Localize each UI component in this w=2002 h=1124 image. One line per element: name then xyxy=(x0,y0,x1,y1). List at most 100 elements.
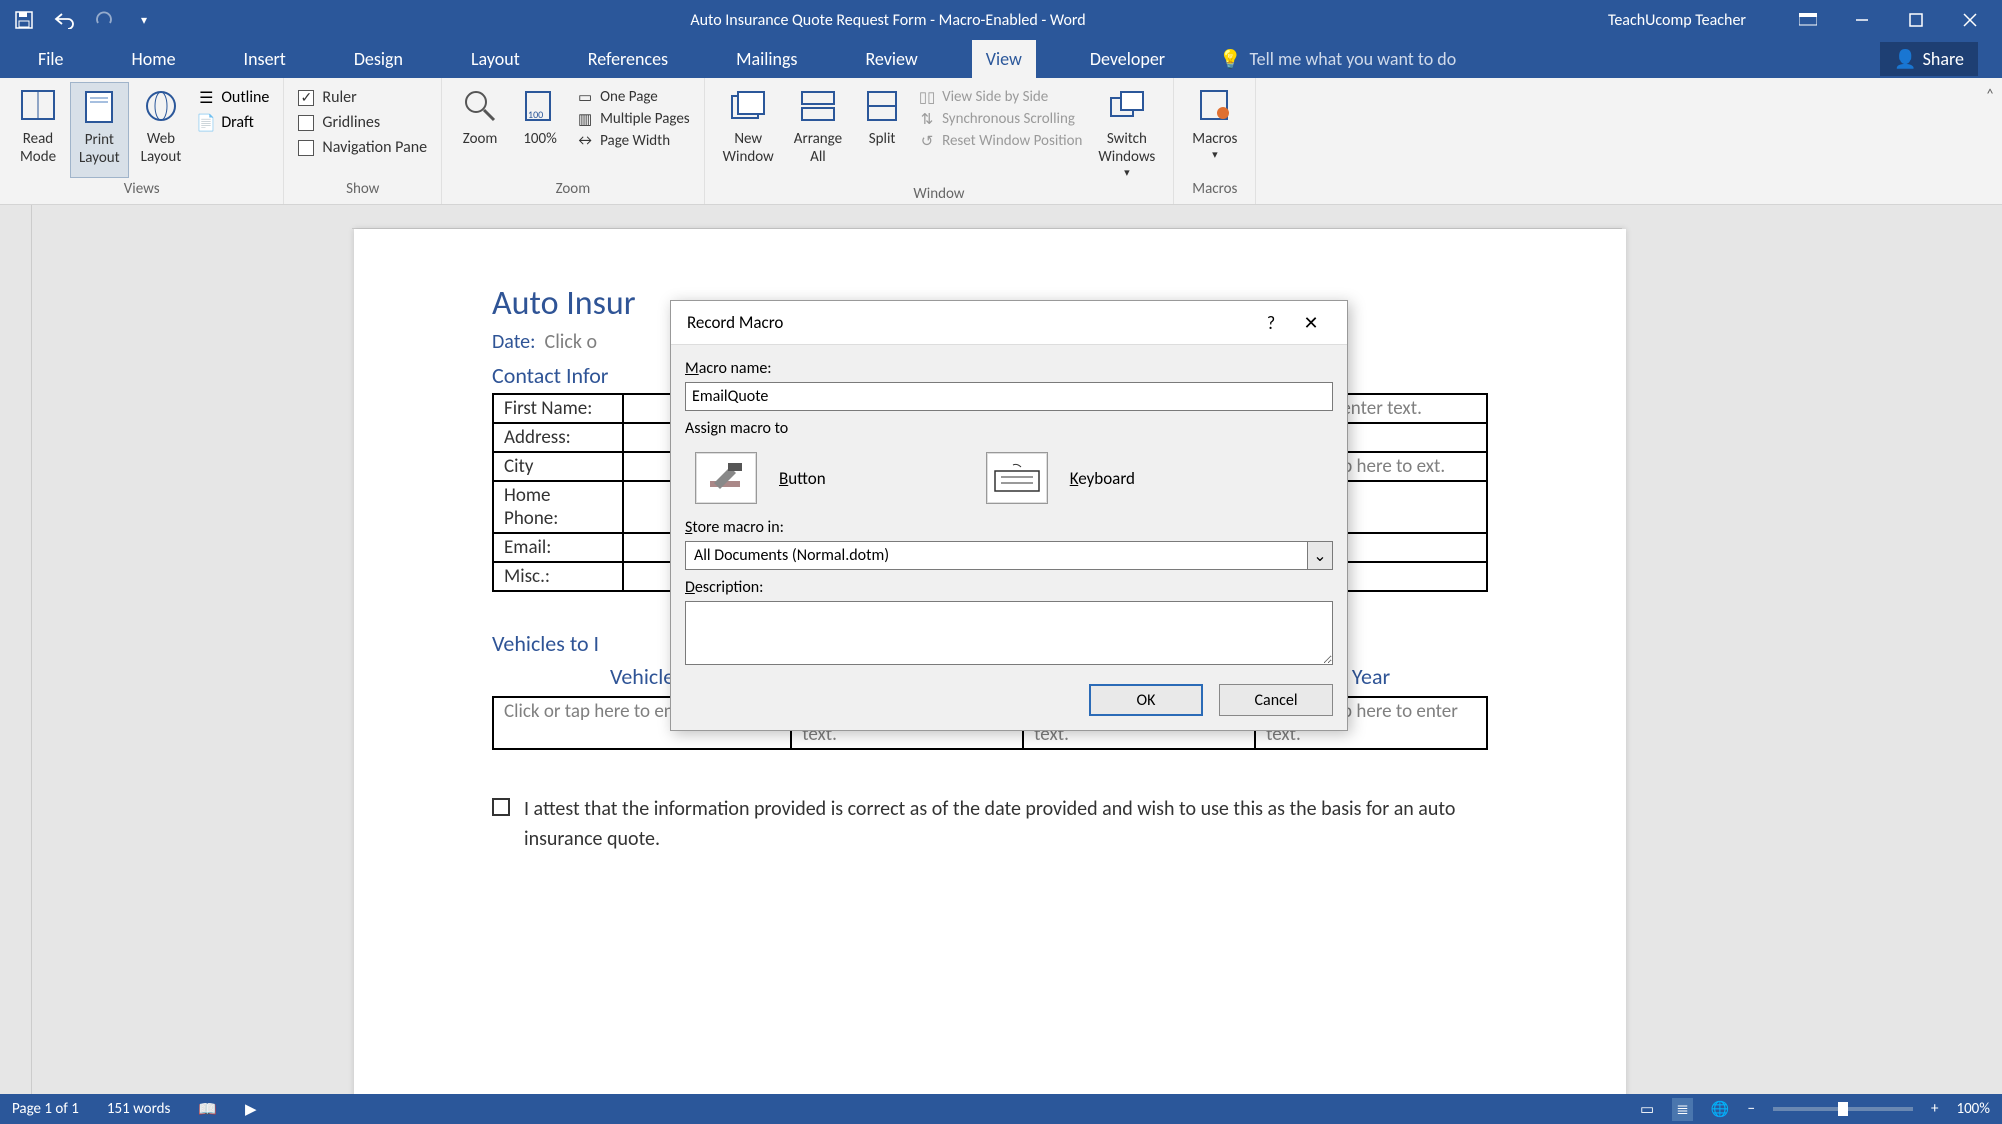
macro-name-input[interactable] xyxy=(685,382,1333,411)
outline-icon: ☰ xyxy=(197,89,215,107)
store-macro-value: All Documents (Normal.dotm) xyxy=(685,541,1307,570)
reset-window-position-button[interactable]: ↺Reset Window Position xyxy=(918,132,1082,150)
assign-to-keyboard[interactable]: Keyboard xyxy=(986,452,1135,504)
navigation-pane-checkbox[interactable]: Navigation Pane xyxy=(298,138,427,157)
read-mode-button[interactable]: Read Mode xyxy=(10,82,66,178)
horizontal-ruler[interactable] xyxy=(352,205,1622,229)
split-button[interactable]: Split xyxy=(854,82,910,183)
new-window-button[interactable]: New Window xyxy=(715,82,782,183)
cell-first-name[interactable]: First Name: xyxy=(493,394,623,423)
attestation-checkbox[interactable] xyxy=(492,798,510,816)
svg-text:100: 100 xyxy=(528,108,543,121)
share-icon: 👤 xyxy=(1894,48,1916,70)
macros-button[interactable]: Macros▾ xyxy=(1184,82,1245,178)
zoom-100-button[interactable]: 100 100% xyxy=(512,82,568,178)
cell-misc[interactable]: Misc.: xyxy=(493,562,623,591)
zoom-button[interactable]: Zoom xyxy=(452,82,508,178)
dialog-close-icon[interactable]: ✕ xyxy=(1291,312,1331,334)
ruler-checkbox[interactable]: ✓Ruler xyxy=(298,88,427,107)
web-layout-view-icon[interactable]: 🌐 xyxy=(1711,1100,1730,1119)
zoom-in-icon[interactable]: + xyxy=(1931,1100,1938,1118)
zoom-out-icon[interactable]: − xyxy=(1748,1100,1755,1118)
group-label-zoom: Zoom xyxy=(556,178,591,200)
status-words[interactable]: 151 words xyxy=(107,1100,170,1118)
multi-page-icon: ▥ xyxy=(576,110,594,128)
zoom-slider[interactable] xyxy=(1773,1107,1913,1111)
assign-macro-label: Assign macro to xyxy=(685,419,1333,438)
cell-address[interactable]: Address: xyxy=(493,423,623,452)
redo-icon[interactable] xyxy=(92,8,116,32)
zoom-100-icon: 100 xyxy=(520,86,560,126)
reset-pos-icon: ↺ xyxy=(918,132,936,150)
tab-design[interactable]: Design xyxy=(340,40,417,78)
tab-review[interactable]: Review xyxy=(851,40,931,78)
dialog-help-icon[interactable]: ? xyxy=(1251,312,1291,334)
tab-mailings[interactable]: Mailings xyxy=(722,40,811,78)
view-side-by-side-button[interactable]: ▯▯View Side by Side xyxy=(918,88,1082,106)
status-page[interactable]: Page 1 of 1 xyxy=(12,1100,79,1118)
minimize-icon[interactable] xyxy=(1850,8,1874,32)
ribbon: Read Mode Print Layout Web Layout ☰Outli… xyxy=(0,78,2002,205)
tab-home[interactable]: Home xyxy=(118,40,190,78)
print-layout-icon xyxy=(79,87,119,127)
ribbon-options-icon[interactable] xyxy=(1796,8,1820,32)
statusbar: Page 1 of 1 151 words 📖 ▶ ▭ ≣ 🌐 − + 100% xyxy=(0,1094,2002,1124)
titlebar: ▾ Auto Insurance Quote Request Form - Ma… xyxy=(0,0,2002,40)
undo-icon[interactable] xyxy=(52,8,76,32)
group-label-window: Window xyxy=(913,183,964,205)
dialog-title: Record Macro xyxy=(687,312,783,333)
zoom-level[interactable]: 100% xyxy=(1956,1100,1990,1118)
tab-view[interactable]: View xyxy=(972,40,1036,78)
qat-customize-icon[interactable]: ▾ xyxy=(132,8,156,32)
keyboard-icon xyxy=(986,452,1048,504)
zoom-icon xyxy=(460,86,500,126)
tell-me-search[interactable]: 💡 Tell me what you want to do xyxy=(1219,48,1456,70)
group-label-macros: Macros xyxy=(1192,178,1237,200)
print-layout-view-icon[interactable]: ≣ xyxy=(1672,1098,1693,1121)
attestation-paragraph: I attest that the information provided i… xyxy=(492,794,1488,854)
vertical-ruler[interactable] xyxy=(0,205,32,1117)
assign-to-button[interactable]: BButtonutton xyxy=(695,452,826,504)
macro-name-label: acro name: xyxy=(699,359,772,378)
page-width-button[interactable]: ↔Page Width xyxy=(576,132,690,150)
one-page-button[interactable]: ▭One Page xyxy=(576,88,690,106)
draft-button[interactable]: 📄Draft xyxy=(197,113,269,132)
cell-home-phone[interactable]: Home Phone: xyxy=(493,481,623,533)
web-layout-button[interactable]: Web Layout xyxy=(133,82,190,178)
cell-city[interactable]: City xyxy=(493,452,623,481)
date-placeholder[interactable]: Click o xyxy=(545,330,597,354)
tab-layout[interactable]: Layout xyxy=(457,40,534,78)
draft-icon: 📄 xyxy=(197,114,215,132)
arrange-all-icon xyxy=(798,86,838,126)
close-icon[interactable] xyxy=(1958,8,1982,32)
hammer-icon xyxy=(695,452,757,504)
save-icon[interactable] xyxy=(12,8,36,32)
outline-button[interactable]: ☰Outline xyxy=(197,88,269,107)
arrange-all-button[interactable]: Arrange All xyxy=(786,82,850,183)
macro-recording-icon[interactable]: ▶ xyxy=(245,1100,257,1119)
store-macro-select[interactable]: All Documents (Normal.dotm) ⌄ xyxy=(685,541,1333,570)
cell-email[interactable]: Email: xyxy=(493,533,623,562)
description-textarea[interactable] xyxy=(685,601,1333,665)
chevron-down-icon[interactable]: ⌄ xyxy=(1307,541,1333,570)
one-page-icon: ▭ xyxy=(576,88,594,106)
spellcheck-icon[interactable]: 📖 xyxy=(198,1100,217,1119)
gridlines-checkbox[interactable]: Gridlines xyxy=(298,113,427,132)
tab-developer[interactable]: Developer xyxy=(1076,40,1179,78)
print-layout-button[interactable]: Print Layout xyxy=(70,82,129,178)
tab-insert[interactable]: Insert xyxy=(230,40,300,78)
tab-references[interactable]: References xyxy=(574,40,682,78)
document-title: Auto Insurance Quote Request Form - Macr… xyxy=(168,11,1608,30)
web-layout-icon xyxy=(141,86,181,126)
switch-windows-button[interactable]: Switch Windows▾ xyxy=(1090,82,1163,183)
share-button[interactable]: 👤 Share xyxy=(1880,42,1978,76)
multiple-pages-button[interactable]: ▥Multiple Pages xyxy=(576,110,690,128)
ok-button[interactable]: OK xyxy=(1089,684,1203,716)
group-label-views: Views xyxy=(124,178,160,200)
collapse-ribbon-icon[interactable]: ˄ xyxy=(1978,78,2002,204)
tab-file[interactable]: File xyxy=(24,40,78,78)
maximize-icon[interactable] xyxy=(1904,8,1928,32)
synchronous-scrolling-button[interactable]: ⇅Synchronous Scrolling xyxy=(918,110,1082,128)
cancel-button[interactable]: Cancel xyxy=(1219,684,1333,716)
read-mode-view-icon[interactable]: ▭ xyxy=(1640,1100,1654,1119)
